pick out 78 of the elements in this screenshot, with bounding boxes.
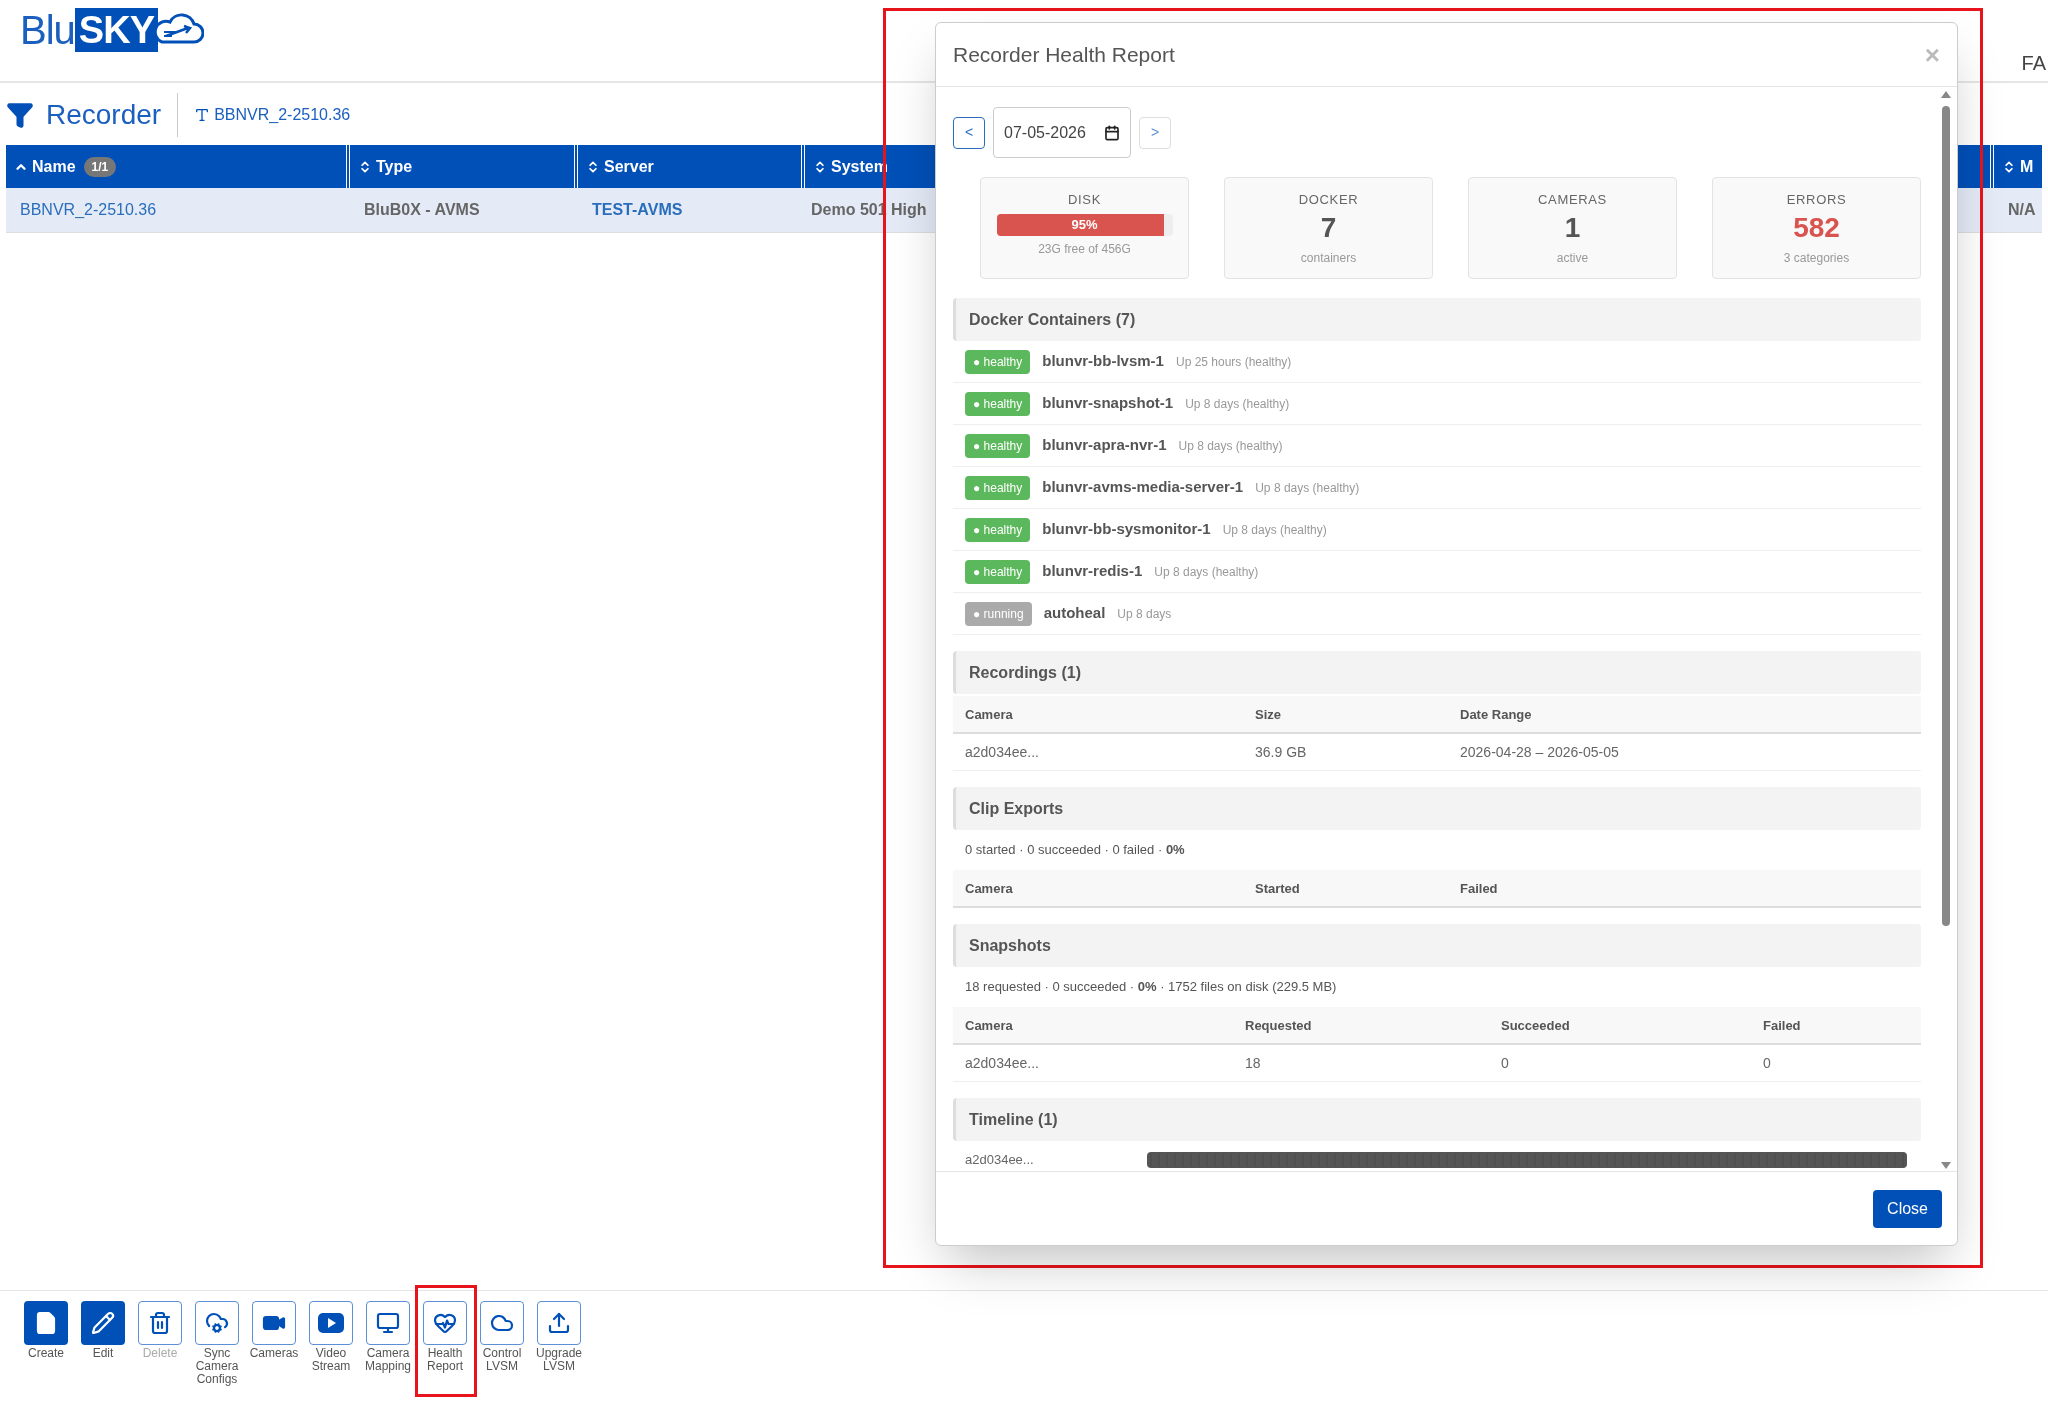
column-header: Succeeded: [1501, 1018, 1570, 1033]
table-cell-text: BluB0X - AVMS: [363, 201, 480, 218]
stat-subtext: 23G free of 456G: [1038, 240, 1131, 258]
column-header: Date Range: [1460, 707, 1532, 722]
logo-text: SKY: [74, 8, 159, 52]
container-uptime: Up 8 days (healthy): [1154, 563, 1259, 581]
column-header: Camera: [965, 881, 1013, 896]
section-header: Timeline (1): [953, 1098, 1921, 1141]
toolbar-label: Create: [28, 1347, 64, 1360]
stat-value: 7: [1320, 210, 1337, 245]
toolbar-label: Video Stream: [310, 1347, 352, 1373]
container-uptime: Up 8 days (healthy): [1185, 395, 1290, 413]
container-name: blunvr-redis-1: [1042, 561, 1143, 582]
toolbar-label: Upgrade LVSM: [535, 1347, 583, 1373]
toolbar-label: Cameras: [249, 1347, 299, 1360]
container-uptime: Up 8 days (healthy): [1255, 479, 1360, 497]
container-uptime: Up 8 days: [1117, 605, 1172, 623]
section-header: Docker Containers (7): [953, 298, 1921, 341]
table-cell: 0: [1501, 1055, 1509, 1071]
status-badge: ● running: [965, 601, 1032, 626]
stat-label: CAMERAS: [1538, 191, 1607, 209]
toolbar-label: Delete: [142, 1347, 178, 1360]
status-badge: ● healthy: [965, 559, 1031, 584]
summary-text: 0 started · 0 succeeded · 0 failed · 0%: [964, 841, 1186, 860]
table-cell: 36.9 GB: [1255, 744, 1307, 760]
stat-value: 1: [1564, 210, 1581, 245]
column-header: Started: [1255, 881, 1300, 896]
column-header: Camera: [965, 707, 1013, 722]
column-header: Requested: [1245, 1018, 1312, 1033]
status-badge: ● healthy: [965, 391, 1031, 416]
disk-usage-reading: 95%: [1070, 215, 1099, 234]
column-header: Size: [1255, 707, 1281, 722]
container-name: autoheal: [1043, 603, 1106, 624]
stat-label: DISK: [1068, 191, 1101, 209]
stat-subtext: active: [1556, 249, 1589, 267]
status-badge: ● healthy: [965, 349, 1031, 374]
toolbar-label: Health Report: [426, 1347, 464, 1373]
container-name: blunvr-bb-sysmonitor-1: [1042, 519, 1211, 540]
section-header: Recordings (1): [953, 651, 1921, 694]
section-header: Snapshots: [953, 924, 1921, 967]
toolbar-label: Sync Camera Configs: [194, 1347, 240, 1386]
stat-subtext: 3 categories: [1783, 249, 1850, 267]
status-badge: ● healthy: [965, 475, 1031, 500]
column-header: Failed: [1460, 881, 1498, 896]
container-name: blunvr-avms-media-server-1: [1042, 477, 1244, 498]
container-name: blunvr-snapshot-1: [1042, 393, 1174, 414]
header-text: FA: [2021, 51, 2046, 76]
stat-label: DOCKER: [1298, 191, 1359, 209]
table-cell-text: TEST-AVMS: [591, 201, 683, 218]
container-uptime: Up 8 days (healthy): [1178, 437, 1283, 455]
summary-text: 18 requested · 0 succeeded · 0% · 1752 files on disk (229.5 MB): [964, 978, 1338, 997]
container-name: blunvr-apra-nvr-1: [1042, 435, 1167, 456]
container-uptime: Up 8 days (healthy): [1222, 521, 1327, 539]
status-badge: ● healthy: [965, 433, 1031, 458]
container-name: blunvr-bb-lvsm-1: [1042, 351, 1164, 372]
status-badge: ● healthy: [965, 517, 1031, 542]
column-header: Camera: [965, 1018, 1013, 1033]
table-cell: 2026-04-28 – 2026-05-05: [1460, 744, 1619, 760]
section-header: Clip Exports: [953, 787, 1921, 830]
timeline-camera: a2d034ee...: [965, 1151, 1035, 1170]
table-cell: 18: [1245, 1055, 1261, 1071]
table-cell: a2d034ee...: [965, 744, 1039, 760]
stat-value: 582: [1793, 210, 1840, 245]
toolbar-label: Camera Mapping: [364, 1347, 412, 1373]
table-cell-text: BBNVR_2-2510.36: [19, 201, 157, 218]
toolbar-label: Control LVSM: [481, 1347, 523, 1373]
count-badge: 1/1: [83, 156, 117, 177]
table-cell: 0: [1763, 1055, 1771, 1071]
stat-label: ERRORS: [1786, 191, 1847, 209]
logo-text: Blu: [20, 10, 75, 50]
column-header: Failed: [1763, 1018, 1801, 1033]
page-title: Recorder: [46, 98, 162, 132]
table-cell: a2d034ee...: [965, 1055, 1039, 1071]
container-uptime: Up 25 hours (healthy): [1175, 353, 1292, 371]
table-cell-text: N/A: [2007, 201, 2036, 218]
modal-title: Recorder Health Report: [953, 41, 1175, 68]
toolbar-label: Edit: [92, 1347, 114, 1360]
stat-subtext: containers: [1300, 249, 1357, 267]
